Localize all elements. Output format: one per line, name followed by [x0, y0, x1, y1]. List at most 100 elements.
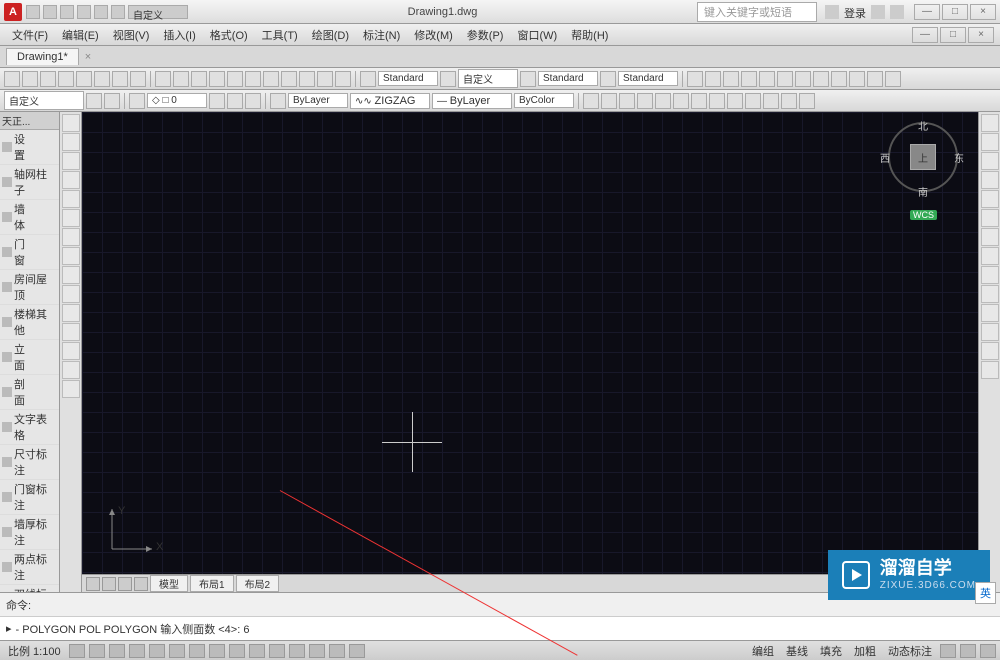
- tb-icon[interactable]: [76, 71, 92, 87]
- status-icon[interactable]: [169, 644, 185, 658]
- rect-icon[interactable]: [62, 190, 80, 208]
- scale-icon[interactable]: [981, 190, 999, 208]
- close-button[interactable]: ×: [970, 4, 996, 20]
- tab-last-icon[interactable]: [134, 577, 148, 591]
- menu-edit[interactable]: 编辑(E): [56, 25, 105, 45]
- table-style-combo[interactable]: Standard: [538, 71, 598, 86]
- tb-icon[interactable]: [209, 71, 225, 87]
- mirror-icon[interactable]: [981, 171, 999, 189]
- tb-icon[interactable]: [299, 71, 315, 87]
- sidebar-item[interactable]: 剖 面: [0, 375, 59, 410]
- stretch-icon[interactable]: [981, 209, 999, 227]
- sidebar-item[interactable]: 设 置: [0, 130, 59, 165]
- status-icon[interactable]: [89, 644, 105, 658]
- new-icon[interactable]: [26, 5, 40, 19]
- dim-style-combo[interactable]: 自定义: [458, 69, 518, 88]
- menu-format[interactable]: 格式(O): [204, 25, 254, 45]
- rotate-icon[interactable]: [981, 152, 999, 170]
- copy-icon[interactable]: [981, 133, 999, 151]
- array-icon[interactable]: [981, 323, 999, 341]
- tb-icon[interactable]: [777, 71, 793, 87]
- tb-icon[interactable]: [691, 93, 707, 109]
- tb-icon[interactable]: [831, 71, 847, 87]
- point-icon[interactable]: [62, 342, 80, 360]
- fillet-icon[interactable]: [981, 266, 999, 284]
- help-icon[interactable]: [890, 5, 904, 19]
- minimize-button[interactable]: —: [914, 4, 940, 20]
- circle-icon[interactable]: [62, 152, 80, 170]
- status-icon[interactable]: [189, 644, 205, 658]
- pline-icon[interactable]: [62, 133, 80, 151]
- plot-color-combo[interactable]: ByColor: [514, 93, 574, 108]
- layer-icon[interactable]: [129, 93, 145, 109]
- table-style-icon[interactable]: [520, 71, 536, 87]
- print-icon[interactable]: [77, 5, 91, 19]
- tb-icon[interactable]: [40, 71, 56, 87]
- layout2-tab[interactable]: 布局2: [236, 575, 280, 592]
- status-icon[interactable]: [249, 644, 265, 658]
- tb-icon[interactable]: [781, 93, 797, 109]
- extend-icon[interactable]: [981, 247, 999, 265]
- signin-icon[interactable]: [825, 5, 839, 19]
- tab-prev-icon[interactable]: [102, 577, 116, 591]
- status-icon[interactable]: [269, 644, 285, 658]
- sidebar-item[interactable]: 尺寸标注: [0, 445, 59, 480]
- status-icon[interactable]: [129, 644, 145, 658]
- text-style-icon[interactable]: [360, 71, 376, 87]
- sidebar-item[interactable]: 立 面: [0, 340, 59, 375]
- cmd-expand-icon[interactable]: ▸: [6, 622, 12, 635]
- status-mode[interactable]: 填充: [816, 643, 846, 659]
- status-icon[interactable]: [109, 644, 125, 658]
- spline-icon[interactable]: [62, 247, 80, 265]
- tab-first-icon[interactable]: [86, 577, 100, 591]
- tb-icon[interactable]: [191, 71, 207, 87]
- linetype-combo[interactable]: ∿∿ ZIGZAG: [350, 93, 430, 109]
- tb-icon[interactable]: [335, 71, 351, 87]
- menu-dim[interactable]: 标注(N): [357, 25, 406, 45]
- tb-icon[interactable]: [795, 71, 811, 87]
- model-tab[interactable]: 模型: [150, 575, 188, 592]
- line-icon[interactable]: [62, 114, 80, 132]
- tb-icon[interactable]: [94, 71, 110, 87]
- region-icon[interactable]: [62, 361, 80, 379]
- tb-icon[interactable]: [705, 71, 721, 87]
- explode-icon[interactable]: [981, 361, 999, 379]
- menu-tools[interactable]: 工具(T): [256, 25, 304, 45]
- tb-icon[interactable]: [281, 71, 297, 87]
- tb-icon[interactable]: [745, 93, 761, 109]
- search-input[interactable]: 键入关键字或短语: [697, 2, 817, 22]
- status-icon[interactable]: [289, 644, 305, 658]
- sidebar-item[interactable]: 门窗标注: [0, 480, 59, 515]
- tb-icon[interactable]: [727, 93, 743, 109]
- sidebar-item[interactable]: 墙厚标注: [0, 515, 59, 550]
- text-icon[interactable]: [62, 285, 80, 303]
- move-icon[interactable]: [981, 114, 999, 132]
- tb-icon[interactable]: [601, 93, 617, 109]
- menu-view[interactable]: 视图(V): [107, 25, 156, 45]
- tb-icon[interactable]: [227, 71, 243, 87]
- tb-icon[interactable]: [655, 93, 671, 109]
- sidebar-item[interactable]: 双线标注: [0, 585, 59, 592]
- tb-icon[interactable]: [885, 71, 901, 87]
- status-mode[interactable]: 加粗: [850, 643, 880, 659]
- maximize-button[interactable]: □: [942, 4, 968, 20]
- status-icon[interactable]: [229, 644, 245, 658]
- tb-icon[interactable]: [245, 71, 261, 87]
- scale-label[interactable]: 比例 1:100: [4, 643, 65, 659]
- command-input[interactable]: ▸ - POLYGON POL POLYGON 输入侧面数 <4>: 6: [0, 617, 1000, 640]
- qat-custom-combo[interactable]: 自定义: [128, 5, 188, 19]
- tb-icon[interactable]: [637, 93, 653, 109]
- tb-icon[interactable]: [709, 93, 725, 109]
- status-mode[interactable]: 动态标注: [884, 643, 936, 659]
- quick-access-toolbar[interactable]: 自定义: [26, 5, 188, 19]
- doc-min-button[interactable]: —: [912, 27, 938, 43]
- erase-icon[interactable]: [981, 342, 999, 360]
- tb-icon[interactable]: [741, 71, 757, 87]
- status-icon[interactable]: [960, 644, 976, 658]
- menu-draw[interactable]: 绘图(D): [306, 25, 355, 45]
- text-style-combo[interactable]: Standard: [378, 71, 438, 86]
- status-icon[interactable]: [329, 644, 345, 658]
- status-mode[interactable]: 基线: [782, 643, 812, 659]
- menu-file[interactable]: 文件(F): [6, 25, 54, 45]
- undo-icon[interactable]: [94, 5, 108, 19]
